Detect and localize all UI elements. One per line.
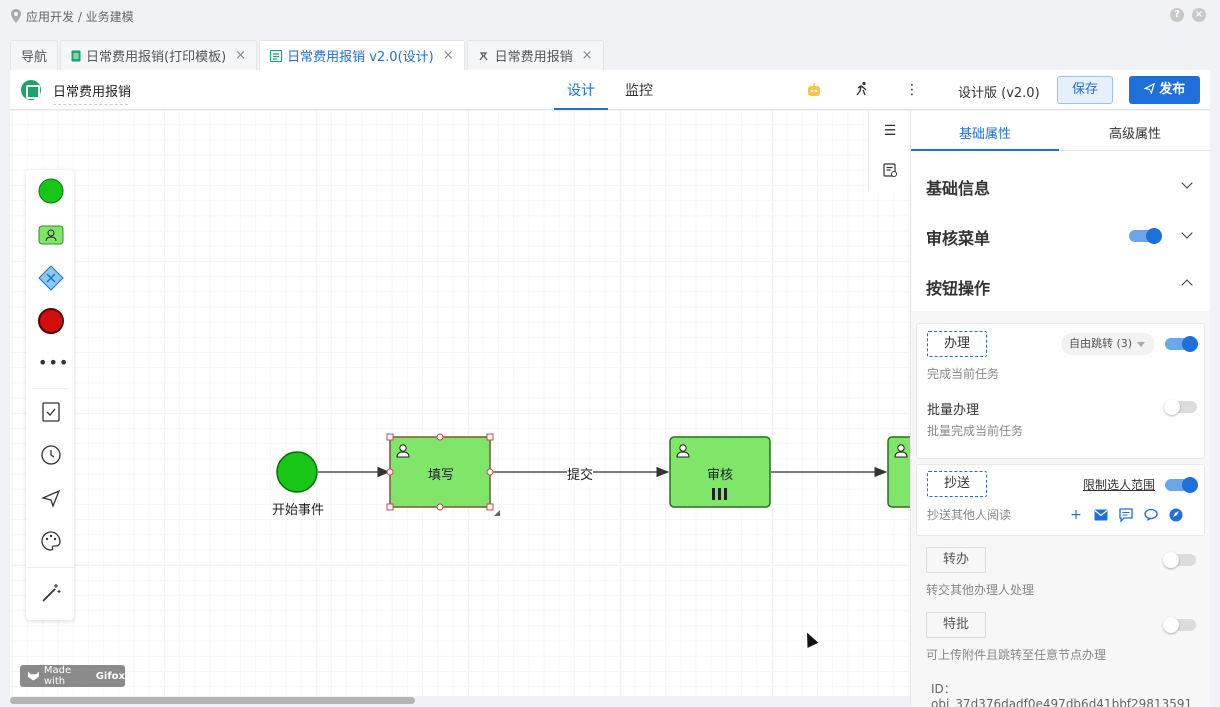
- chevron-down-icon[interactable]: [1181, 229, 1193, 241]
- send-icon: [1142, 82, 1155, 95]
- transfer-toggle[interactable]: [1163, 552, 1196, 568]
- task-audit-label: 审核: [707, 468, 734, 483]
- cc-desc: 抄送其他人阅读: [927, 508, 1012, 522]
- fox-icon: [28, 671, 39, 681]
- object-id: ID：obj_37d376dadf0e497db6d41bbf29813591: [931, 682, 1193, 707]
- horizontal-scrollbar[interactable]: [10, 697, 415, 704]
- tab-basic-props[interactable]: 基础属性: [959, 123, 1011, 142]
- chat-icon[interactable]: [1144, 508, 1158, 522]
- chevron-down-icon[interactable]: [1181, 179, 1193, 191]
- version-label[interactable]: 设计版 (v2.0): [958, 82, 1040, 101]
- handle-op-button[interactable]: 办理: [927, 331, 987, 357]
- special-toggle[interactable]: [1163, 617, 1196, 633]
- save-button[interactable]: 保存: [1057, 76, 1113, 104]
- chevron-up-icon[interactable]: [1181, 277, 1193, 289]
- start-event-label: 开始事件: [272, 503, 325, 518]
- cc-toggle[interactable]: [1165, 477, 1198, 493]
- plus-icon[interactable]: +: [1069, 507, 1083, 523]
- task-fill-label: 填写: [428, 468, 455, 483]
- properties-panel: 基础属性 高级属性 基础信息 审核菜单 按钮操作 办理 自由跳转 (3) 完成当…: [910, 111, 1210, 707]
- batch-toggle[interactable]: [1164, 399, 1197, 415]
- section-button-ops[interactable]: 按钮操作: [926, 275, 990, 299]
- op-card-special: 特批 可上传附件且跳转至任意节点办理: [916, 606, 1205, 666]
- transfer-desc: 转交其他办理人处理: [926, 583, 1035, 597]
- outline-icon[interactable]: ☰: [881, 122, 899, 140]
- batch-label: 批量办理: [927, 403, 980, 418]
- flow-diagram: [276, 433, 910, 516]
- section-basic-info[interactable]: 基础信息: [926, 175, 990, 199]
- jump-mode-select[interactable]: 自由跳转 (3): [1061, 333, 1155, 355]
- edge-submit-label[interactable]: 提交: [567, 464, 594, 483]
- limit-range-link[interactable]: 限制选人范围: [1083, 476, 1155, 493]
- section-audit-menu[interactable]: 审核菜单: [926, 225, 990, 249]
- op-card-transfer: 转办 转交其他办理人处理: [916, 541, 1205, 601]
- close-icon[interactable]: ×: [1192, 8, 1206, 22]
- panel-side-nav: ☰: [868, 111, 910, 191]
- mail-icon[interactable]: [1094, 508, 1108, 522]
- audit-menu-toggle[interactable]: [1129, 228, 1162, 244]
- help-icon[interactable]: ?: [1170, 8, 1184, 22]
- compass-icon[interactable]: [1169, 508, 1183, 522]
- message-icon[interactable]: [1119, 508, 1133, 522]
- special-desc: 可上传附件且跳转至任意节点办理: [926, 648, 1107, 662]
- cc-op-button[interactable]: 抄送: [927, 471, 987, 497]
- multi-instance-icon: [712, 488, 727, 500]
- handle-toggle[interactable]: [1165, 336, 1198, 352]
- transfer-op-button[interactable]: 转办: [926, 547, 986, 573]
- publish-button[interactable]: 发布: [1129, 76, 1200, 104]
- gifox-watermark: Made with Gifox: [20, 665, 125, 687]
- form-settings-icon[interactable]: [881, 162, 899, 180]
- start-event-node[interactable]: [276, 451, 318, 493]
- tab-advanced-props[interactable]: 高级属性: [1109, 123, 1161, 142]
- handle-desc: 完成当前任务: [927, 367, 1000, 381]
- op-card-cc: 抄送 限制选人范围 抄送其他人阅读 +: [916, 464, 1205, 536]
- special-op-button[interactable]: 特批: [926, 612, 986, 638]
- op-card-handle: 办理 自由跳转 (3) 完成当前任务 批量办理 批量完成当前任务: [916, 323, 1205, 459]
- batch-desc: 批量完成当前任务: [927, 424, 1024, 438]
